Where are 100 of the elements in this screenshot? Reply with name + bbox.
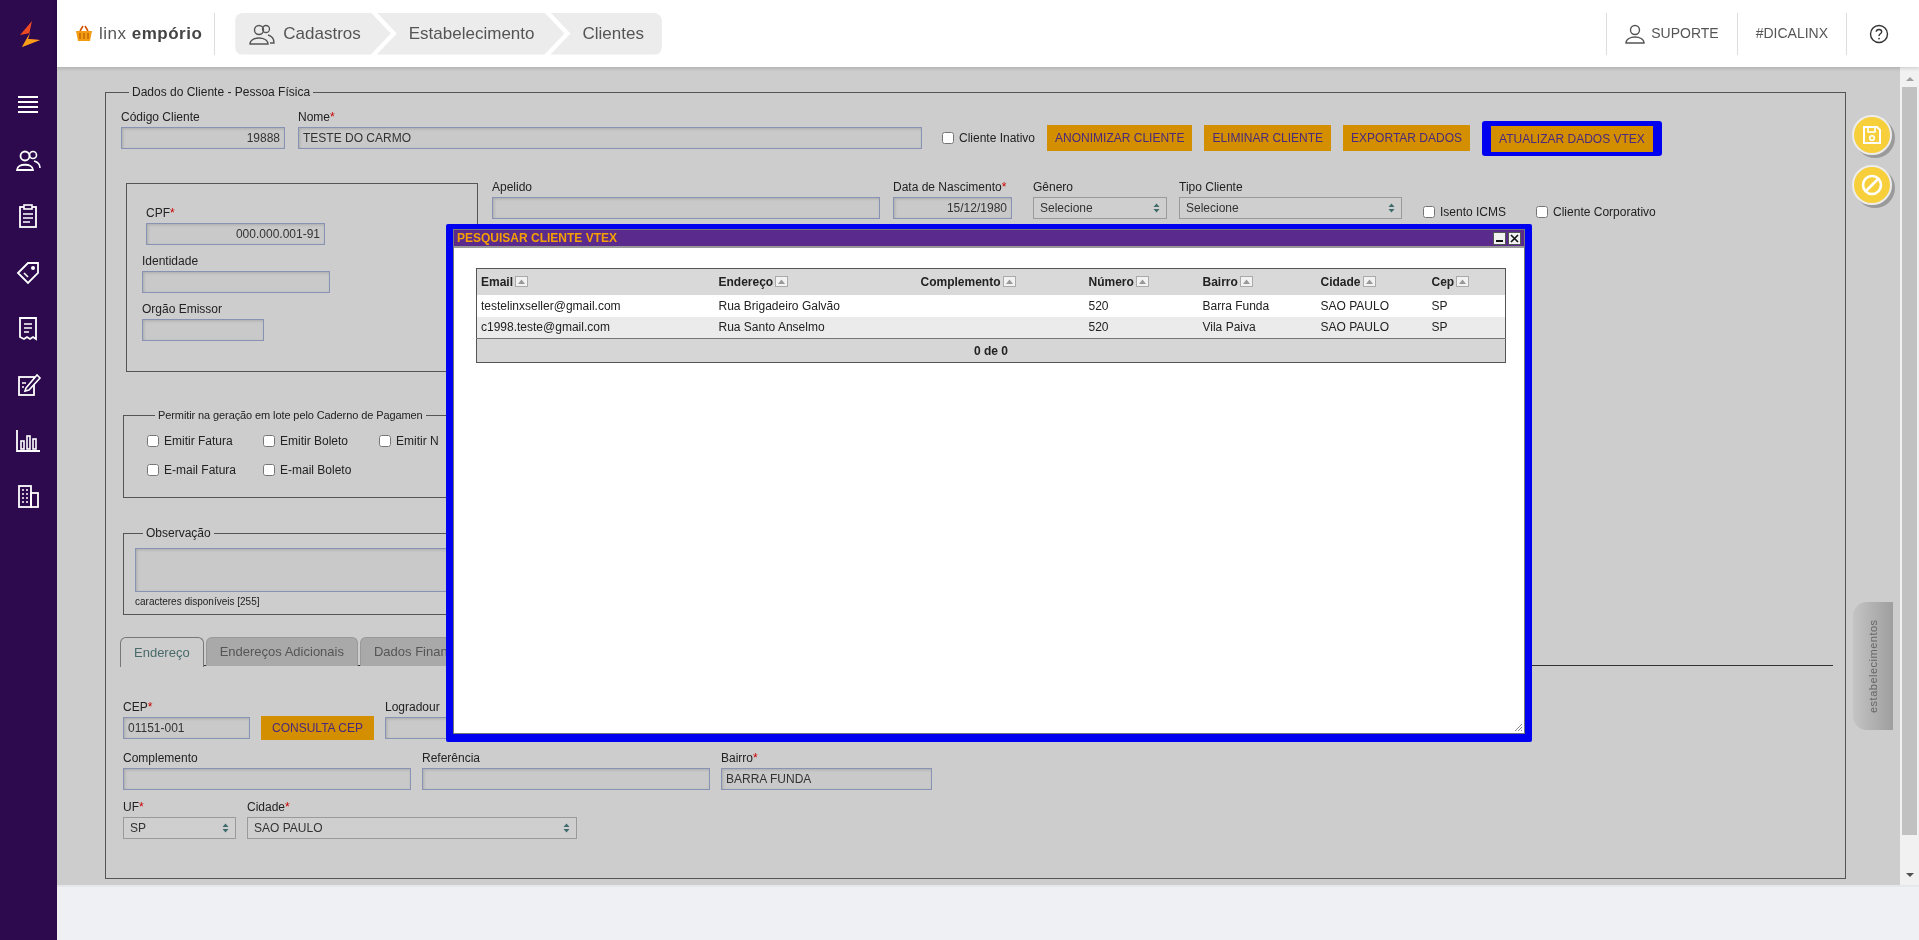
- checkbox[interactable]: [263, 435, 275, 447]
- sort-icon[interactable]: [1362, 275, 1376, 287]
- district-field[interactable]: BARRA FUNDA: [721, 768, 932, 790]
- field-label: Apelido: [492, 180, 534, 194]
- header-link[interactable]: SUPORTE: [1607, 23, 1737, 44]
- checkbox[interactable]: [1423, 206, 1435, 218]
- sort-icon[interactable]: [515, 275, 528, 287]
- bar-chart-icon[interactable]: [15, 427, 42, 454]
- checkbox[interactable]: [379, 435, 391, 447]
- scroll-up-icon[interactable]: [1904, 75, 1915, 83]
- breadcrumb-link[interactable]: Cadastros: [235, 12, 391, 55]
- field-label: Complemento: [123, 751, 199, 765]
- help-icon: [1869, 23, 1889, 44]
- up-down-arrows-icon: [563, 823, 570, 833]
- table-cell: Barra Funda: [1198, 294, 1317, 317]
- character-counter: caracteres disponíveis [255]: [135, 596, 260, 608]
- action-button[interactable]: ELIMINAR CLIENTE: [1204, 125, 1332, 151]
- field-label: Cidade*: [247, 800, 291, 814]
- column-header[interactable]: Endereço: [714, 268, 917, 295]
- up-down-arrows-icon: [1388, 203, 1395, 213]
- field-label: Referência: [422, 751, 482, 765]
- cpf-field[interactable]: 000.000.001-91: [146, 223, 325, 245]
- column-header[interactable]: Bairro: [1198, 268, 1317, 295]
- close-button[interactable]: [1508, 231, 1521, 245]
- scroll-down-icon[interactable]: [1904, 871, 1915, 879]
- up-down-arrows-icon: [222, 823, 229, 833]
- table-cell: Vila Paiva: [1198, 316, 1317, 339]
- field-label: Código Cliente: [121, 110, 201, 124]
- action-button[interactable]: ANONIMIZAR CLIENTE: [1047, 125, 1193, 151]
- client-type-select[interactable]: Selecione: [1179, 197, 1402, 219]
- scrollbar-thumb[interactable]: [1902, 87, 1917, 835]
- field-label: Data de Nascimento*: [893, 180, 1008, 194]
- header-link[interactable]: #DICALINX: [1737, 23, 1846, 44]
- name-field[interactable]: TESTE DO CARMO: [298, 127, 922, 149]
- table-cell: testelinxseller@gmail.com: [476, 294, 715, 317]
- table-cell: c1998.teste@gmail.com: [476, 316, 715, 339]
- minimize-button[interactable]: [1493, 231, 1506, 245]
- floppy-icon: [1861, 124, 1883, 146]
- column-header[interactable]: Email: [476, 268, 715, 295]
- checkbox-label: Cliente Inativo: [959, 130, 1036, 147]
- checkbox[interactable]: [263, 464, 275, 476]
- close-icon: [1510, 233, 1519, 243]
- identity-field[interactable]: [142, 271, 330, 293]
- checkbox[interactable]: [1536, 206, 1549, 218]
- field-label: Nome*: [298, 110, 336, 124]
- breadcrumb-link[interactable]: Clientes: [550, 12, 662, 55]
- field-label: Bairro*: [721, 751, 759, 765]
- city-select[interactable]: SAO PAULO: [247, 817, 577, 839]
- action-button[interactable]: ATUALIZAR DADOS VTEX: [1491, 125, 1653, 152]
- column-header[interactable]: Complemento: [916, 268, 1085, 295]
- table-cell: SP: [1427, 316, 1506, 339]
- checkbox-label: Cliente Corporativo: [1553, 204, 1656, 221]
- up-down-arrows-icon: [1153, 203, 1160, 213]
- sort-icon[interactable]: [775, 275, 789, 287]
- sort-icon[interactable]: [1002, 275, 1016, 287]
- checkbox-label: Isento ICMS: [1440, 204, 1507, 221]
- checkbox[interactable]: [147, 435, 159, 447]
- breadcrumb-link[interactable]: Estabelecimento: [376, 12, 565, 55]
- issuer-field[interactable]: [142, 319, 264, 341]
- field-label: Logradour: [385, 700, 441, 714]
- checkbox-label: E-mail Boleto: [280, 462, 352, 479]
- column-header[interactable]: Número: [1084, 268, 1199, 295]
- lookup-button[interactable]: CONSULTA CEP: [261, 716, 374, 740]
- table-cell: SAO PAULO: [1316, 294, 1428, 317]
- checkbox[interactable]: [147, 464, 159, 476]
- cep-field[interactable]: 01151-001: [123, 717, 250, 739]
- field-label: UF*: [123, 800, 145, 814]
- complement-field[interactable]: [123, 768, 411, 790]
- state-select[interactable]: SP: [123, 817, 236, 839]
- field-label: CEP*: [123, 700, 154, 714]
- pagination-text: 0 de 0: [476, 338, 1506, 363]
- column-header[interactable]: Cep: [1427, 268, 1506, 295]
- edit-icon[interactable]: [15, 371, 42, 398]
- tag-icon[interactable]: [15, 259, 42, 286]
- sort-icon[interactable]: [1456, 275, 1470, 287]
- nickname-field[interactable]: [492, 197, 880, 219]
- action-button[interactable]: EXPORTAR DADOS: [1343, 125, 1471, 151]
- table-cell: Rua Brigadeiro Galvão: [714, 294, 917, 317]
- scrollbar[interactable]: [1900, 67, 1919, 885]
- checkbox[interactable]: [942, 132, 954, 144]
- tab[interactable]: Endereço: [120, 637, 204, 667]
- section-legend: Dados do Cliente - Pessoa Física: [129, 85, 314, 100]
- reference-field[interactable]: [422, 768, 710, 790]
- field-label: Identidade: [142, 254, 200, 268]
- table-cell: 520: [1084, 316, 1199, 339]
- checkbox-label: Emitir Fatura: [164, 433, 233, 450]
- field-label: Orgão Emissor: [142, 302, 224, 316]
- column-header[interactable]: Cidade: [1316, 268, 1428, 295]
- table-cell: SP: [1427, 294, 1506, 317]
- checkbox-label: Emitir Boleto: [280, 433, 349, 450]
- checkbox-label: E-mail Fatura: [164, 462, 237, 479]
- basket-icon: [75, 25, 93, 42]
- gender-select[interactable]: Selecione: [1033, 197, 1167, 219]
- resize-grip-icon[interactable]: [1513, 722, 1523, 732]
- dialog-title: PESQUISAR CLIENTE VTEX: [457, 230, 618, 247]
- code-field[interactable]: 19888: [121, 127, 285, 149]
- birth-date-field[interactable]: 15/12/1980: [893, 197, 1012, 219]
- sort-icon[interactable]: [1135, 275, 1149, 287]
- building-icon[interactable]: [15, 483, 42, 510]
- sort-icon[interactable]: [1239, 275, 1253, 287]
